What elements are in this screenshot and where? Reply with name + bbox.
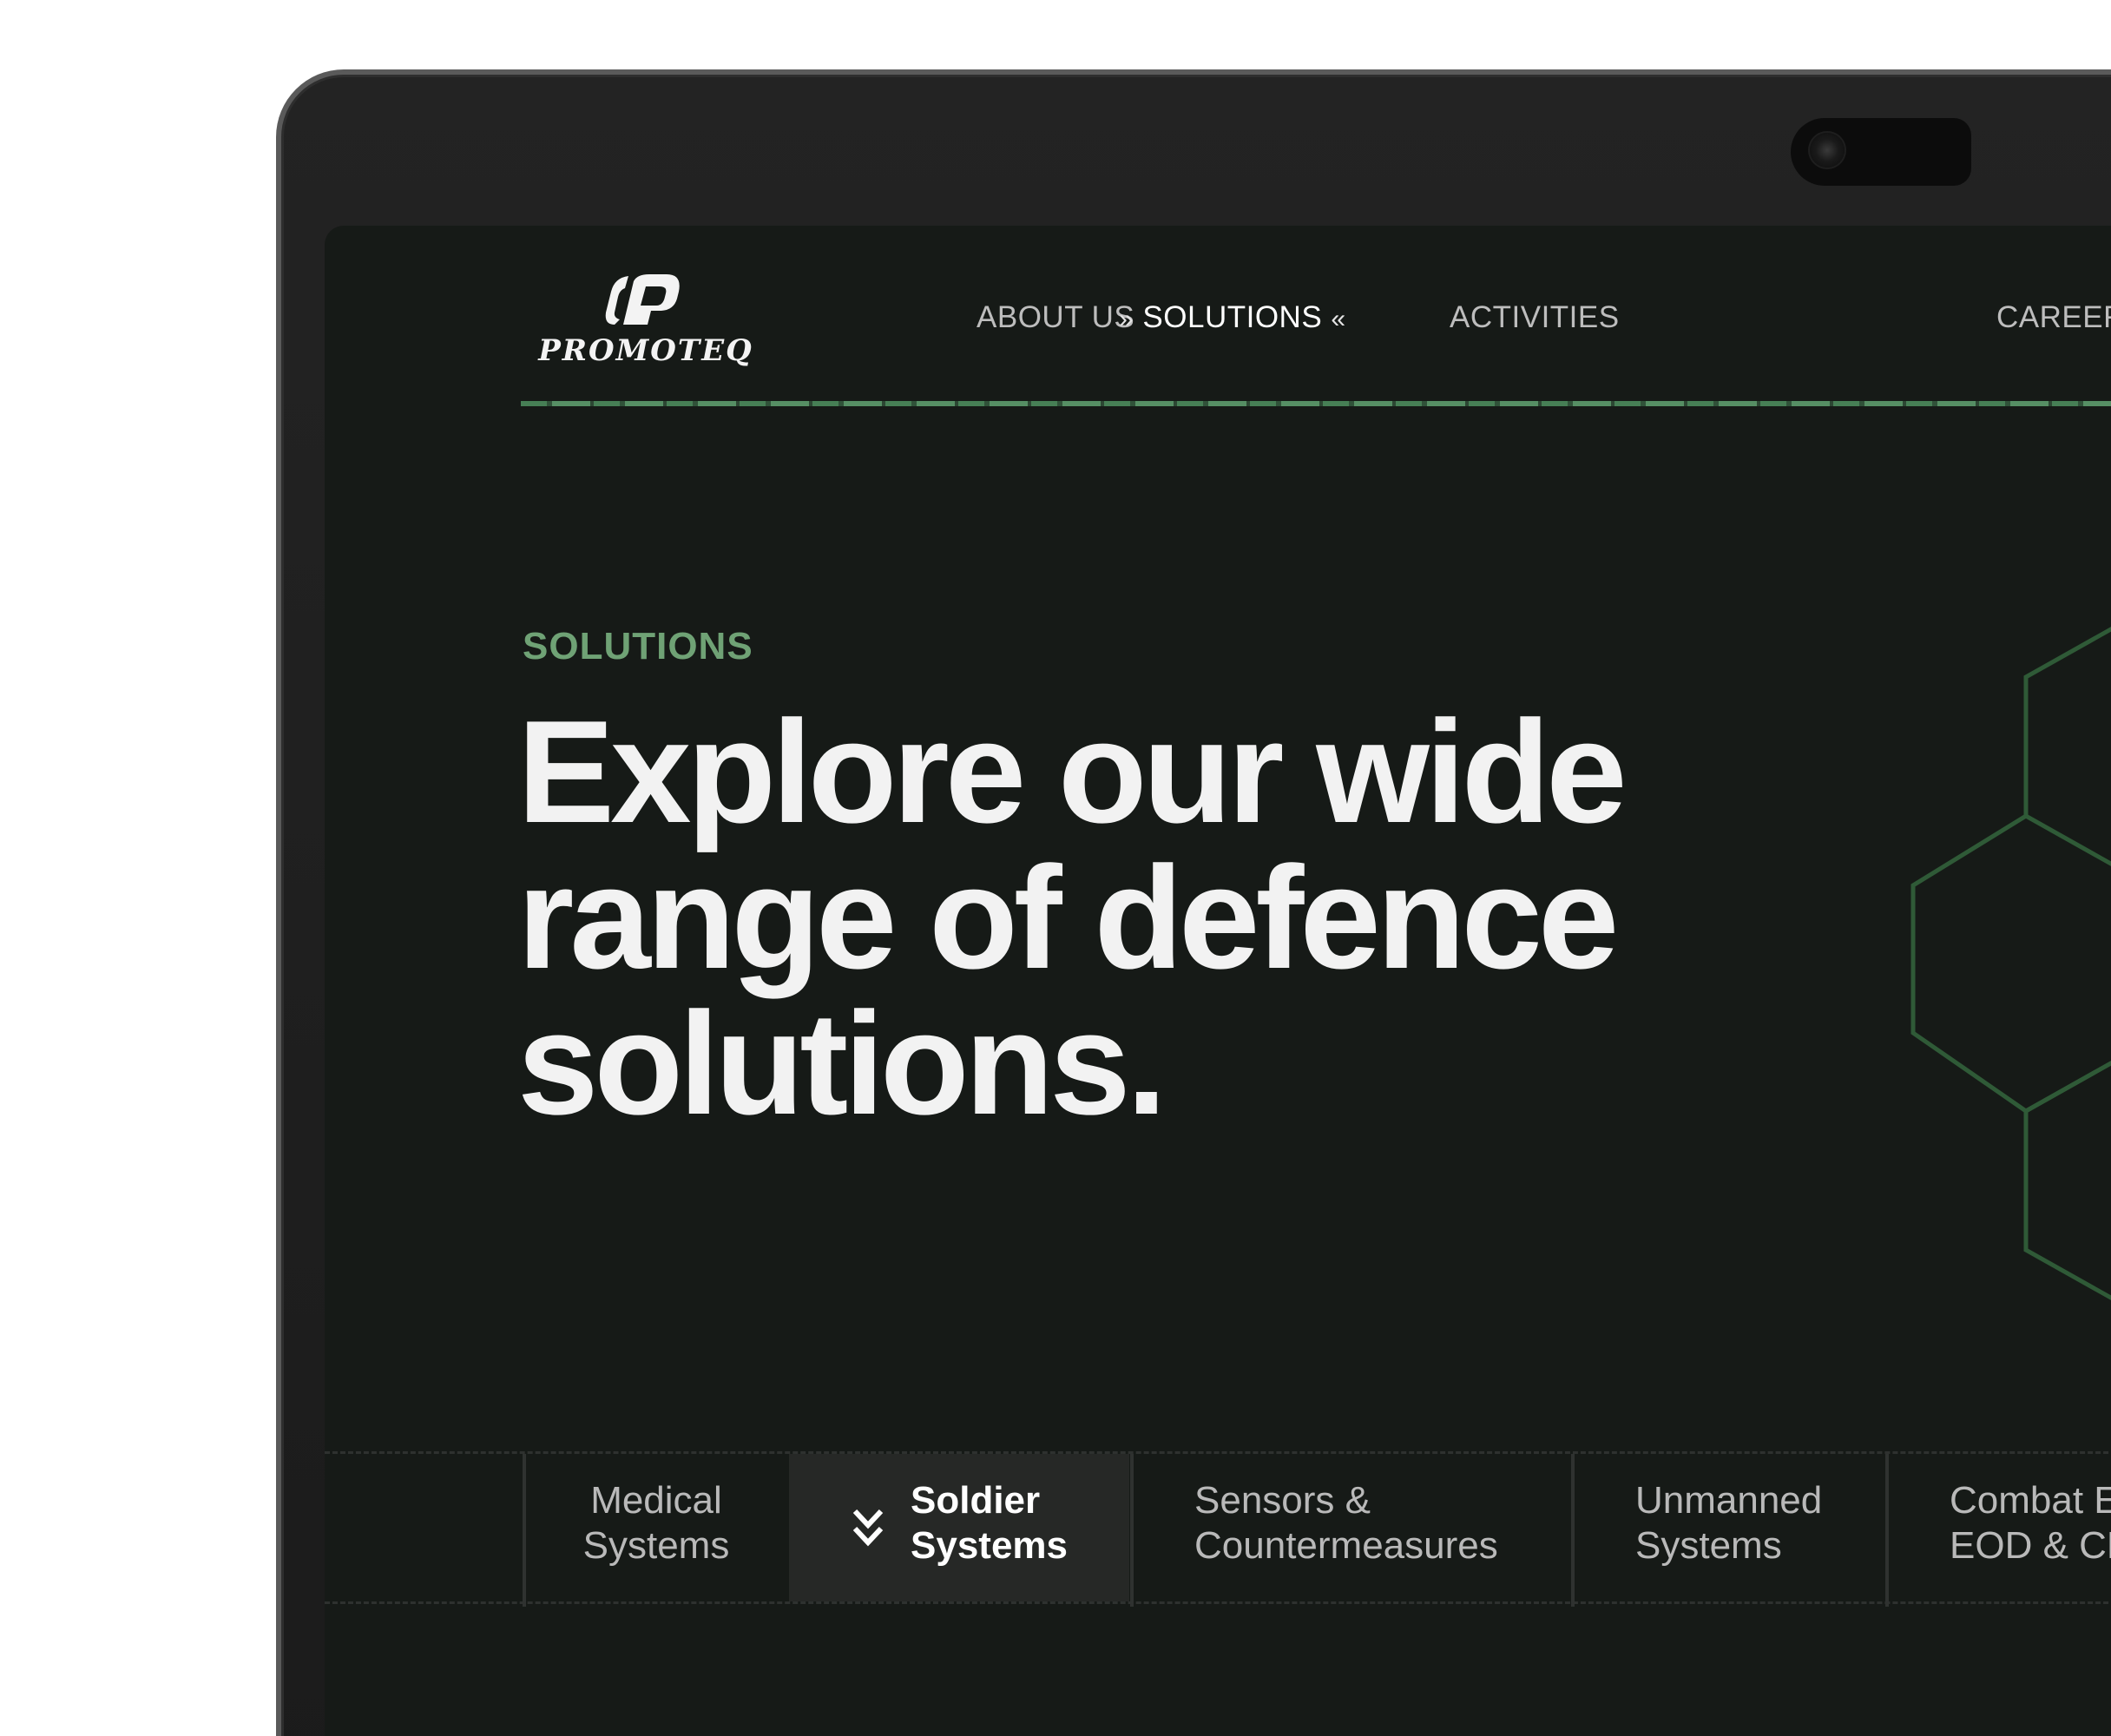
hero-headline-line: Explore our wide — [517, 690, 1628, 853]
double-chevron-right-icon: » — [1119, 305, 1134, 333]
tab-label-line: Countermeasures — [1194, 1524, 1498, 1567]
tab-label-line: EOD & CB — [1950, 1524, 2111, 1567]
tab-soldier-systems[interactable]: Soldier Systems — [789, 1454, 1129, 1601]
main-navigation: ABOUT US » SOLUTIONS « ACTIVITIES CAREER — [325, 292, 2111, 344]
tab-divider — [1885, 1454, 1889, 1607]
tab-label-line: Sensors & — [1194, 1479, 1371, 1522]
tab-label-line: Medical — [590, 1479, 722, 1522]
solutions-tab-bar: Medical Systems Soldier Systems Sensors … — [325, 1451, 2111, 1607]
tab-medical-systems[interactable]: Medical Systems — [526, 1454, 786, 1601]
tab-label-line: Unmanned — [1635, 1479, 1823, 1522]
hero-headline-line: range of defence — [517, 836, 1619, 999]
tab-divider — [1571, 1454, 1575, 1607]
nav-item-solutions[interactable]: » SOLUTIONS « — [1119, 292, 1346, 345]
hero-headline-line: solutions. — [517, 982, 1167, 1145]
chevron-double-down-icon — [852, 1509, 884, 1547]
nav-item-about-us[interactable]: ABOUT US — [977, 292, 1134, 344]
tab-label-line: Systems — [582, 1524, 730, 1567]
tab-combat-eod-cbrn[interactable]: Combat E EOD & CB — [1950, 1454, 2111, 1601]
nav-item-career[interactable]: CAREER — [1996, 292, 2111, 344]
tab-unmanned-systems[interactable]: Unmanned Systems — [1635, 1454, 1896, 1601]
tab-sensors-countermeasures[interactable]: Sensors & Countermeasures — [1194, 1454, 1628, 1601]
hero-headline: Explore our wide range of defence soluti… — [517, 699, 1733, 1136]
tab-label-line: Soldier — [911, 1479, 1041, 1522]
double-chevron-left-icon: « — [1331, 305, 1346, 333]
tab-label-line: Systems — [911, 1524, 1069, 1567]
nav-item-solutions-label: SOLUTIONS — [1142, 300, 1323, 334]
website-screen: PROMOTEQ ABOUT US » SOLUTIONS « ACTIVITI… — [325, 226, 2111, 1736]
tab-label-line: Systems — [1635, 1524, 1782, 1567]
hexagon-pattern-icon — [1910, 627, 2111, 1300]
camera-housing — [1791, 118, 1971, 186]
camera-icon — [1810, 133, 1845, 168]
tab-divider — [1130, 1454, 1134, 1607]
tab-label-line: Combat E — [1950, 1479, 2111, 1522]
nav-item-activities[interactable]: ACTIVITIES — [1450, 292, 1620, 344]
section-eyebrow: SOLUTIONS — [523, 625, 753, 667]
header-divider — [521, 401, 2111, 406]
